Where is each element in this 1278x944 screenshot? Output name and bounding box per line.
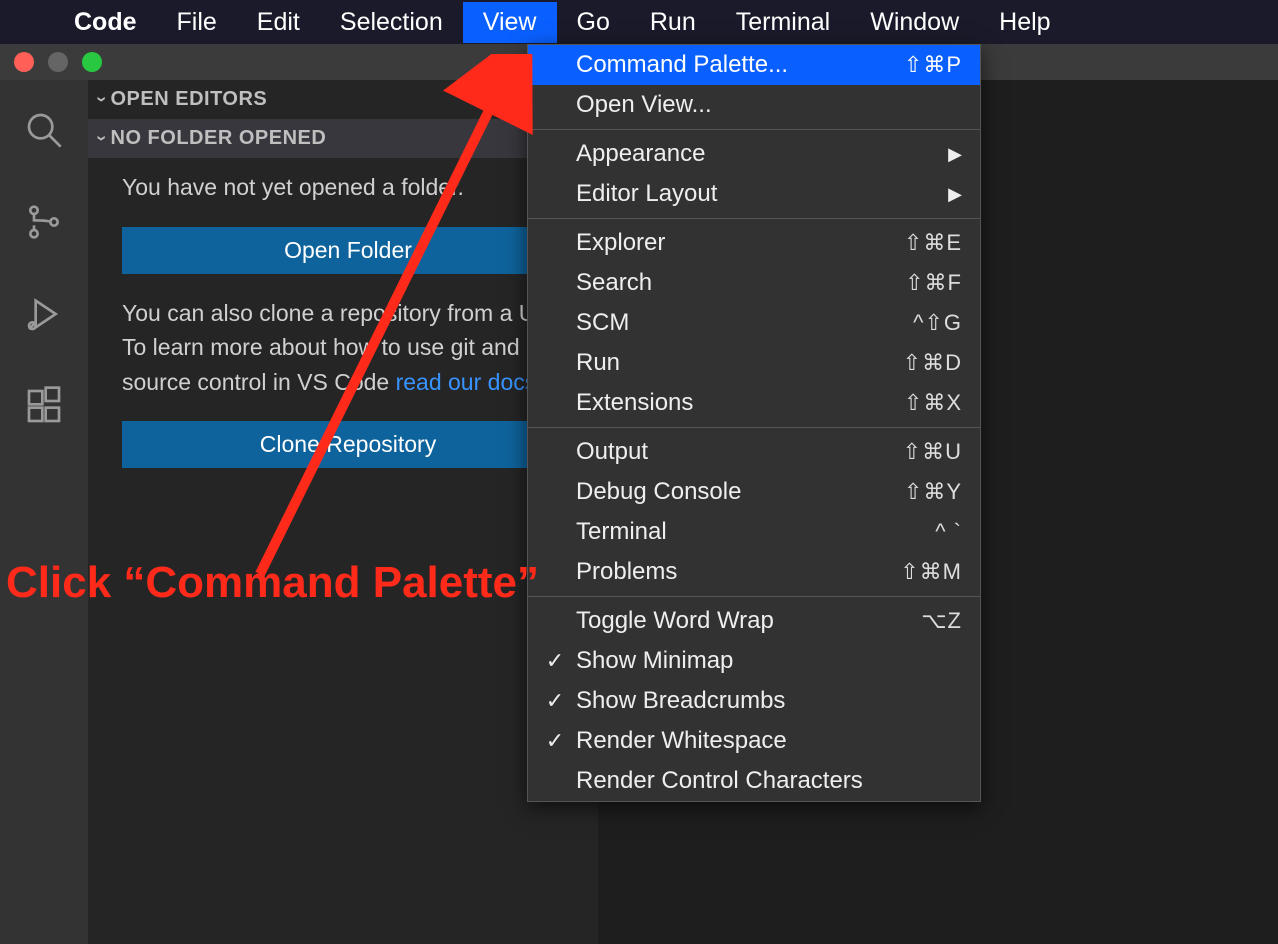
menubar-item-edit[interactable]: Edit bbox=[237, 2, 320, 43]
open-folder-button[interactable]: Open Folder bbox=[122, 227, 574, 274]
menu-item-label: Output bbox=[576, 438, 895, 466]
menubar-item-go[interactable]: Go bbox=[557, 2, 630, 43]
submenu-arrow-icon: ▶ bbox=[948, 144, 962, 165]
window-close-icon[interactable] bbox=[14, 52, 34, 72]
menu-item-label: Show Breadcrumbs bbox=[576, 687, 962, 715]
menu-item-label: Command Palette... bbox=[576, 51, 896, 79]
menubar-item-help[interactable]: Help bbox=[979, 2, 1070, 43]
menu-item-toggle-word-wrap[interactable]: Toggle Word Wrap ⌥Z bbox=[528, 601, 980, 641]
open-editors-label: OPEN EDITORS bbox=[111, 88, 268, 111]
menu-shortcut: ⇧⌘M bbox=[900, 559, 962, 585]
menu-shortcut: ⇧⌘E bbox=[904, 230, 962, 256]
menu-item-search[interactable]: Search ⇧⌘F bbox=[528, 263, 980, 303]
no-folder-label: NO FOLDER OPENED bbox=[111, 127, 327, 150]
check-icon: ✓ bbox=[542, 688, 568, 714]
menu-shortcut: ⇧⌘X bbox=[904, 390, 962, 416]
no-folder-header[interactable]: › NO FOLDER OPENED bbox=[88, 119, 598, 158]
menu-item-label: Terminal bbox=[576, 518, 927, 546]
menu-separator bbox=[528, 218, 980, 219]
menu-shortcut: ⇧⌘F bbox=[905, 270, 962, 296]
activity-bar bbox=[0, 80, 88, 944]
menu-shortcut: ⇧⌘Y bbox=[904, 479, 962, 505]
menubar-item-selection[interactable]: Selection bbox=[320, 2, 463, 43]
chevron-down-icon: › bbox=[91, 96, 112, 103]
menu-shortcut: ⇧⌘P bbox=[904, 52, 962, 78]
check-icon: ✓ bbox=[542, 648, 568, 674]
menubar-item-terminal[interactable]: Terminal bbox=[716, 2, 850, 43]
menu-shortcut: ^⇧G bbox=[913, 310, 962, 336]
menubar-item-run[interactable]: Run bbox=[630, 2, 716, 43]
menu-item-explorer[interactable]: Explorer ⇧⌘E bbox=[528, 223, 980, 263]
menu-item-label: Problems bbox=[576, 558, 892, 586]
menu-item-label: Debug Console bbox=[576, 478, 896, 506]
menu-item-scm[interactable]: SCM ^⇧G bbox=[528, 303, 980, 343]
menu-item-label: SCM bbox=[576, 309, 905, 337]
menu-shortcut: ^ ` bbox=[935, 519, 962, 545]
run-debug-icon[interactable] bbox=[24, 294, 64, 334]
menu-shortcut: ⇧⌘U bbox=[903, 439, 962, 465]
menu-item-open-view[interactable]: Open View... bbox=[528, 85, 980, 125]
menubar-item-view[interactable]: View bbox=[463, 2, 557, 43]
menu-item-label: Run bbox=[576, 349, 895, 377]
menu-separator bbox=[528, 596, 980, 597]
menu-item-label: Explorer bbox=[576, 229, 896, 257]
menu-shortcut: ⇧⌘D bbox=[903, 350, 962, 376]
menu-item-label: Appearance bbox=[576, 140, 940, 168]
menu-item-label: Render Control Characters bbox=[576, 767, 962, 795]
menu-item-problems[interactable]: Problems ⇧⌘M bbox=[528, 552, 980, 592]
chevron-down-icon: › bbox=[91, 135, 112, 142]
menu-item-terminal[interactable]: Terminal ^ ` bbox=[528, 512, 980, 552]
menu-item-render-control-characters[interactable]: Render Control Characters bbox=[528, 761, 980, 801]
view-menu-dropdown: Command Palette... ⇧⌘P Open View... Appeara… bbox=[527, 44, 981, 802]
open-editors-header[interactable]: › OPEN EDITORS bbox=[88, 80, 598, 119]
extensions-icon[interactable] bbox=[24, 386, 64, 426]
menu-separator bbox=[528, 427, 980, 428]
window-minimize-icon[interactable] bbox=[48, 52, 68, 72]
menu-item-debug-console[interactable]: Debug Console ⇧⌘Y bbox=[528, 472, 980, 512]
check-icon: ✓ bbox=[542, 728, 568, 754]
menu-item-show-breadcrumbs[interactable]: ✓ Show Breadcrumbs bbox=[528, 681, 980, 721]
menu-item-label: Toggle Word Wrap bbox=[576, 607, 913, 635]
menu-item-label: Search bbox=[576, 269, 897, 297]
window-zoom-icon[interactable] bbox=[82, 52, 102, 72]
explorer-sidebar: › OPEN EDITORS › NO FOLDER OPENED You ha… bbox=[88, 80, 598, 944]
menu-item-editor-layout[interactable]: Editor Layout ▶ bbox=[528, 174, 980, 214]
annotation-text: Click “Command Palette” bbox=[6, 558, 539, 608]
menu-item-appearance[interactable]: Appearance ▶ bbox=[528, 134, 980, 174]
menu-item-label: Open View... bbox=[576, 91, 962, 119]
clone-repository-button[interactable]: Clone Repository bbox=[122, 421, 574, 468]
menubar-item-file[interactable]: File bbox=[157, 2, 237, 43]
menu-shortcut: ⌥Z bbox=[921, 608, 962, 634]
menu-item-output[interactable]: Output ⇧⌘U bbox=[528, 432, 980, 472]
read-docs-link[interactable]: read our docs bbox=[396, 369, 537, 395]
menu-item-command-palette[interactable]: Command Palette... ⇧⌘P bbox=[528, 45, 980, 85]
menu-item-show-minimap[interactable]: ✓ Show Minimap bbox=[528, 641, 980, 681]
menu-item-label: Editor Layout bbox=[576, 180, 940, 208]
submenu-arrow-icon: ▶ bbox=[948, 184, 962, 205]
menubar-item-code[interactable]: Code bbox=[54, 2, 157, 43]
no-folder-text: You have not yet opened a folder. bbox=[122, 170, 574, 205]
sidebar-body: You have not yet opened a folder. Open F… bbox=[88, 158, 598, 468]
menu-item-label: Render Whitespace bbox=[576, 727, 962, 755]
mac-menubar: Code File Edit Selection View Go Run Ter… bbox=[0, 0, 1278, 44]
menu-item-run[interactable]: Run ⇧⌘D bbox=[528, 343, 980, 383]
menu-separator bbox=[528, 129, 980, 130]
menubar-item-window[interactable]: Window bbox=[850, 2, 979, 43]
menu-item-render-whitespace[interactable]: ✓ Render Whitespace bbox=[528, 721, 980, 761]
menu-item-label: Extensions bbox=[576, 389, 896, 417]
menu-item-label: Show Minimap bbox=[576, 647, 962, 675]
menu-item-extensions[interactable]: Extensions ⇧⌘X bbox=[528, 383, 980, 423]
source-control-icon[interactable] bbox=[24, 202, 64, 242]
search-icon[interactable] bbox=[24, 110, 64, 150]
clone-intro-text: You can also clone a repository from a U… bbox=[122, 296, 574, 400]
